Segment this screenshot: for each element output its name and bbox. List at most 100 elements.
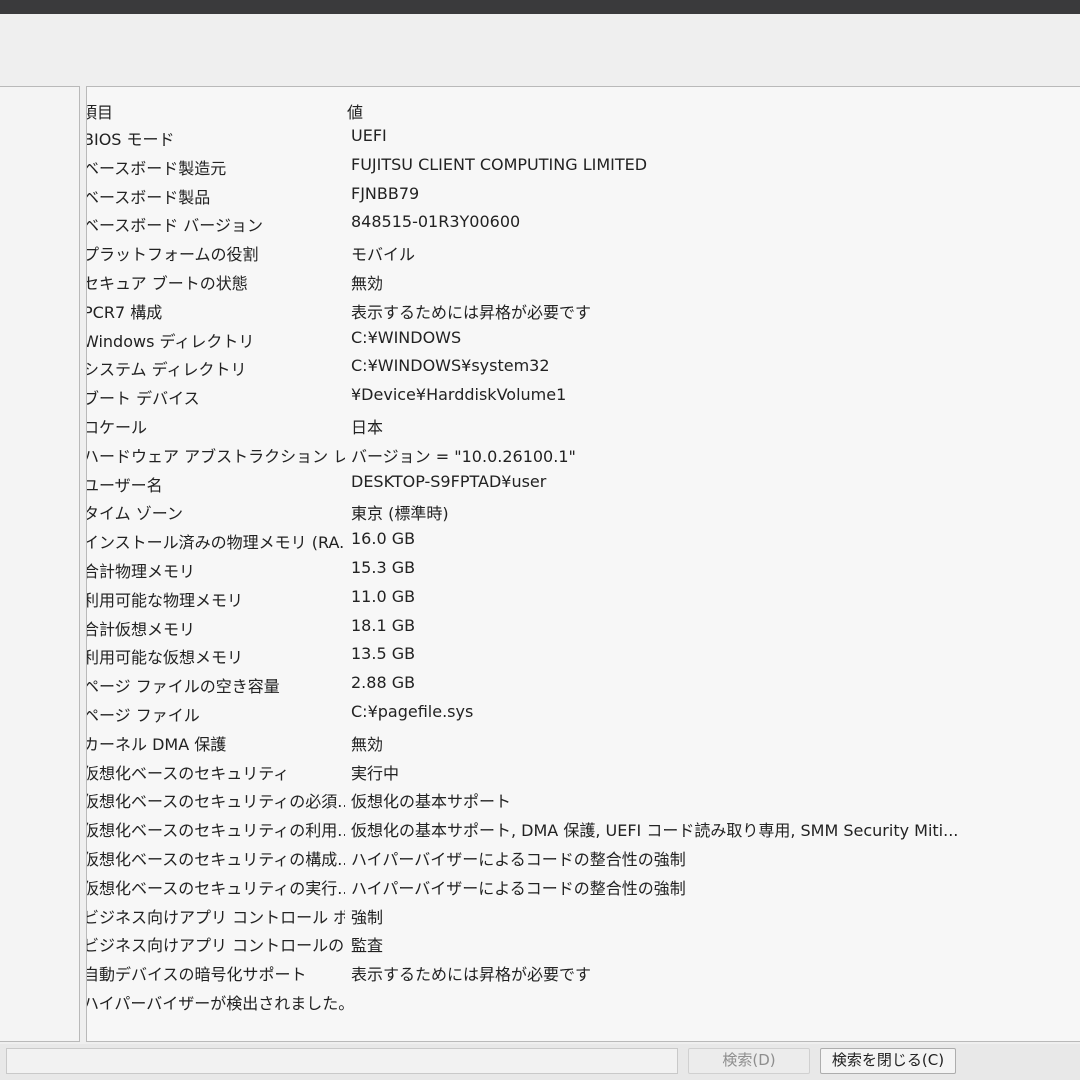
table-row[interactable]: 合計物理メモリ 15.3 GB (87, 554, 1080, 583)
search-bar: 検索(D) 検索を閉じる(C) (0, 1044, 1080, 1080)
row-item-value: 監査 (351, 936, 384, 956)
row-item-name: 自動デバイスの暗号化サポート (86, 965, 307, 985)
table-row[interactable]: セキュア ブートの状態 無効 (87, 266, 1080, 295)
table-row[interactable]: ブート デバイス ¥Device¥HarddiskVolume1 (87, 381, 1080, 410)
table-row[interactable]: インストール済みの物理メモリ (RA... 16.0 GB (87, 525, 1080, 554)
row-item-value: モバイル (351, 245, 416, 265)
row-item-value: 16.0 GB (351, 529, 416, 549)
search-input[interactable] (6, 1048, 678, 1074)
row-item-name: ビジネス向けアプリ コントロールのユ... (86, 936, 345, 956)
table-row[interactable]: 仮想化ベースのセキュリティの実行... ハイパーバイザーによるコードの整合性の強制 (87, 871, 1080, 900)
row-item-name: PCR7 構成 (86, 302, 163, 322)
table-row[interactable]: システム ディレクトリ C:¥WINDOWS¥system32 (87, 352, 1080, 381)
row-item-name: 仮想化ベースのセキュリティ (86, 763, 290, 783)
close-search-button[interactable]: 検索を閉じる(C) (820, 1048, 956, 1074)
row-item-name: ベースボード製造元 (86, 158, 227, 178)
row-item-value: ハイパーバイザーによるコードの整合性の強制 (351, 878, 686, 898)
row-item-name: プラットフォームの役割 (86, 245, 259, 265)
table-row[interactable]: ベースボード製品 FJNBB79 (87, 180, 1080, 209)
row-item-value: 実行中 (351, 763, 400, 783)
table-row[interactable]: ユーザー名 DESKTOP-S9FPTAD¥user (87, 468, 1080, 497)
row-item-value: 表示するためには昇格が必要です (351, 965, 592, 985)
table-row[interactable]: 合計仮想メモリ 18.1 GB (87, 612, 1080, 641)
row-item-name: 仮想化ベースのセキュリティの実行... (86, 878, 345, 898)
table-row[interactable]: ベースボード製造元 FUJITSU CLIENT COMPUTING LIMITE… (87, 151, 1080, 180)
row-item-name: BIOS モード (86, 130, 175, 149)
table-row[interactable]: 利用可能な物理メモリ 11.0 GB (87, 583, 1080, 612)
table-row[interactable]: PCR7 構成 表示するためには昇格が必要です (87, 295, 1080, 324)
row-item-value: C:¥WINDOWS (351, 327, 462, 347)
system-information-window: 項目 値 BIOS モード UEFI ベースボード製造元 FUJITSU CLIENT… (0, 14, 1080, 1080)
table-row[interactable]: タイム ゾーン 東京 (標準時) (87, 496, 1080, 525)
column-header-value[interactable]: 値 (347, 99, 363, 123)
row-item-name: 仮想化ベースのセキュリティの利用... (86, 821, 345, 841)
table-row[interactable]: ハイパーバイザーが検出されました。... (87, 986, 1080, 1015)
table-row[interactable]: 自動デバイスの暗号化サポート 表示するためには昇格が必要です (87, 957, 1080, 986)
table-row[interactable]: Windows ディレクトリ C:¥WINDOWS (87, 324, 1080, 353)
table-row[interactable]: ベースボード バージョン 848515-01R3Y00600 (87, 208, 1080, 237)
row-item-value: UEFI (351, 126, 387, 145)
row-item-name: 仮想化ベースのセキュリティの構成... (86, 849, 345, 869)
table-row[interactable]: ロケール 日本 (87, 410, 1080, 439)
row-item-name: ベースボード バージョン (86, 216, 263, 236)
table-row[interactable]: 利用可能な仮想メモリ 13.5 GB (87, 640, 1080, 669)
row-item-name: ページ ファイル (86, 705, 200, 725)
row-item-name: ユーザー名 (86, 475, 163, 495)
row-item-name: 合計物理メモリ (86, 561, 196, 581)
row-item-value: 848515-01R3Y00600 (351, 212, 521, 232)
row-item-name: ページ ファイルの空き容量 (86, 677, 280, 697)
row-item-name: セキュア ブートの状態 (86, 273, 248, 293)
row-item-name: インストール済みの物理メモリ (RA... (86, 533, 345, 553)
row-item-value: 18.1 GB (351, 615, 416, 635)
table-row[interactable]: ハードウェア アブストラクション レイ... バージョン = "10.0.2610… (87, 439, 1080, 468)
row-item-value: 13.5 GB (351, 644, 416, 664)
row-item-value: 15.3 GB (351, 557, 416, 577)
table-row[interactable]: 仮想化ベースのセキュリティの必須... 仮想化の基本サポート (87, 784, 1080, 813)
row-item-value: FJNBB79 (351, 183, 420, 203)
row-item-name: システム ディレクトリ (86, 360, 247, 380)
table-row[interactable]: 仮想化ベースのセキュリティの構成... ハイパーバイザーによるコードの整合性の強制 (87, 842, 1080, 871)
row-item-value: 仮想化の基本サポート, DMA 保護, UEFI コード読み取り専用, SMM … (351, 821, 959, 841)
row-item-name: 利用可能な物理メモリ (86, 590, 244, 610)
row-item-value: ハイパーバイザーによるコードの整合性の強制 (351, 849, 686, 869)
row-item-value: FUJITSU CLIENT COMPUTING LIMITED (351, 154, 648, 174)
table-row[interactable]: ページ ファイル C:¥pagefile.sys (87, 698, 1080, 727)
list-rows: BIOS モード UEFI ベースボード製造元 FUJITSU CLIENT COMP… (87, 122, 1080, 1015)
row-item-value: 2.88 GB (351, 673, 416, 693)
row-item-name: ロケール (86, 417, 148, 437)
category-tree-pane[interactable] (0, 86, 80, 1042)
row-item-name: ハイパーバイザーが検出されました。... (86, 993, 345, 1013)
row-item-value: C:¥WINDOWS¥system32 (351, 356, 550, 376)
row-item-value: 日本 (351, 417, 384, 437)
row-item-name: ビジネス向けアプリ コントロール ポリ... (86, 907, 345, 927)
row-item-name: ブート デバイス (86, 389, 200, 409)
screen-bezel (0, 0, 1080, 14)
row-item-name: 合計仮想メモリ (86, 619, 196, 639)
system-summary-list[interactable]: 項目 値 BIOS モード UEFI ベースボード製造元 FUJITSU CLIENT… (86, 86, 1080, 1042)
row-item-name: 利用可能な仮想メモリ (86, 648, 244, 668)
row-item-value: C:¥pagefile.sys (351, 701, 474, 721)
table-row[interactable]: BIOS モード UEFI (87, 122, 1080, 151)
row-item-name: カーネル DMA 保護 (86, 734, 227, 754)
table-row[interactable]: ビジネス向けアプリ コントロール ポリ... 強制 (87, 900, 1080, 929)
search-button[interactable]: 検索(D) (688, 1048, 810, 1074)
row-item-value: DESKTOP-S9FPTAD¥user (351, 471, 547, 491)
row-item-value: 表示するためには昇格が必要です (351, 302, 592, 322)
row-item-value: 11.0 GB (351, 586, 416, 606)
row-item-name: ベースボード製品 (86, 187, 211, 207)
table-row[interactable]: カーネル DMA 保護 無効 (87, 727, 1080, 756)
row-item-name: 仮想化ベースのセキュリティの必須... (86, 792, 345, 812)
table-row[interactable]: ビジネス向けアプリ コントロールのユ... 監査 (87, 928, 1080, 957)
table-row[interactable]: 仮想化ベースのセキュリティ 実行中 (87, 756, 1080, 785)
row-item-value: バージョン = "10.0.26100.1" (351, 446, 576, 466)
row-item-value: 強制 (351, 907, 384, 927)
column-header-item[interactable]: 項目 (87, 99, 113, 123)
table-row[interactable]: 仮想化ベースのセキュリティの利用... 仮想化の基本サポート, DMA 保護, U… (87, 813, 1080, 842)
row-item-value: 無効 (351, 273, 384, 293)
row-item-name: ハードウェア アブストラクション レイ... (86, 446, 345, 466)
row-item-name: Windows ディレクトリ (86, 331, 255, 351)
row-item-value: 東京 (標準時) (351, 504, 449, 524)
row-item-value: 仮想化の基本サポート (351, 792, 512, 812)
table-row[interactable]: プラットフォームの役割 モバイル (87, 237, 1080, 266)
table-row[interactable]: ページ ファイルの空き容量 2.88 GB (87, 669, 1080, 698)
